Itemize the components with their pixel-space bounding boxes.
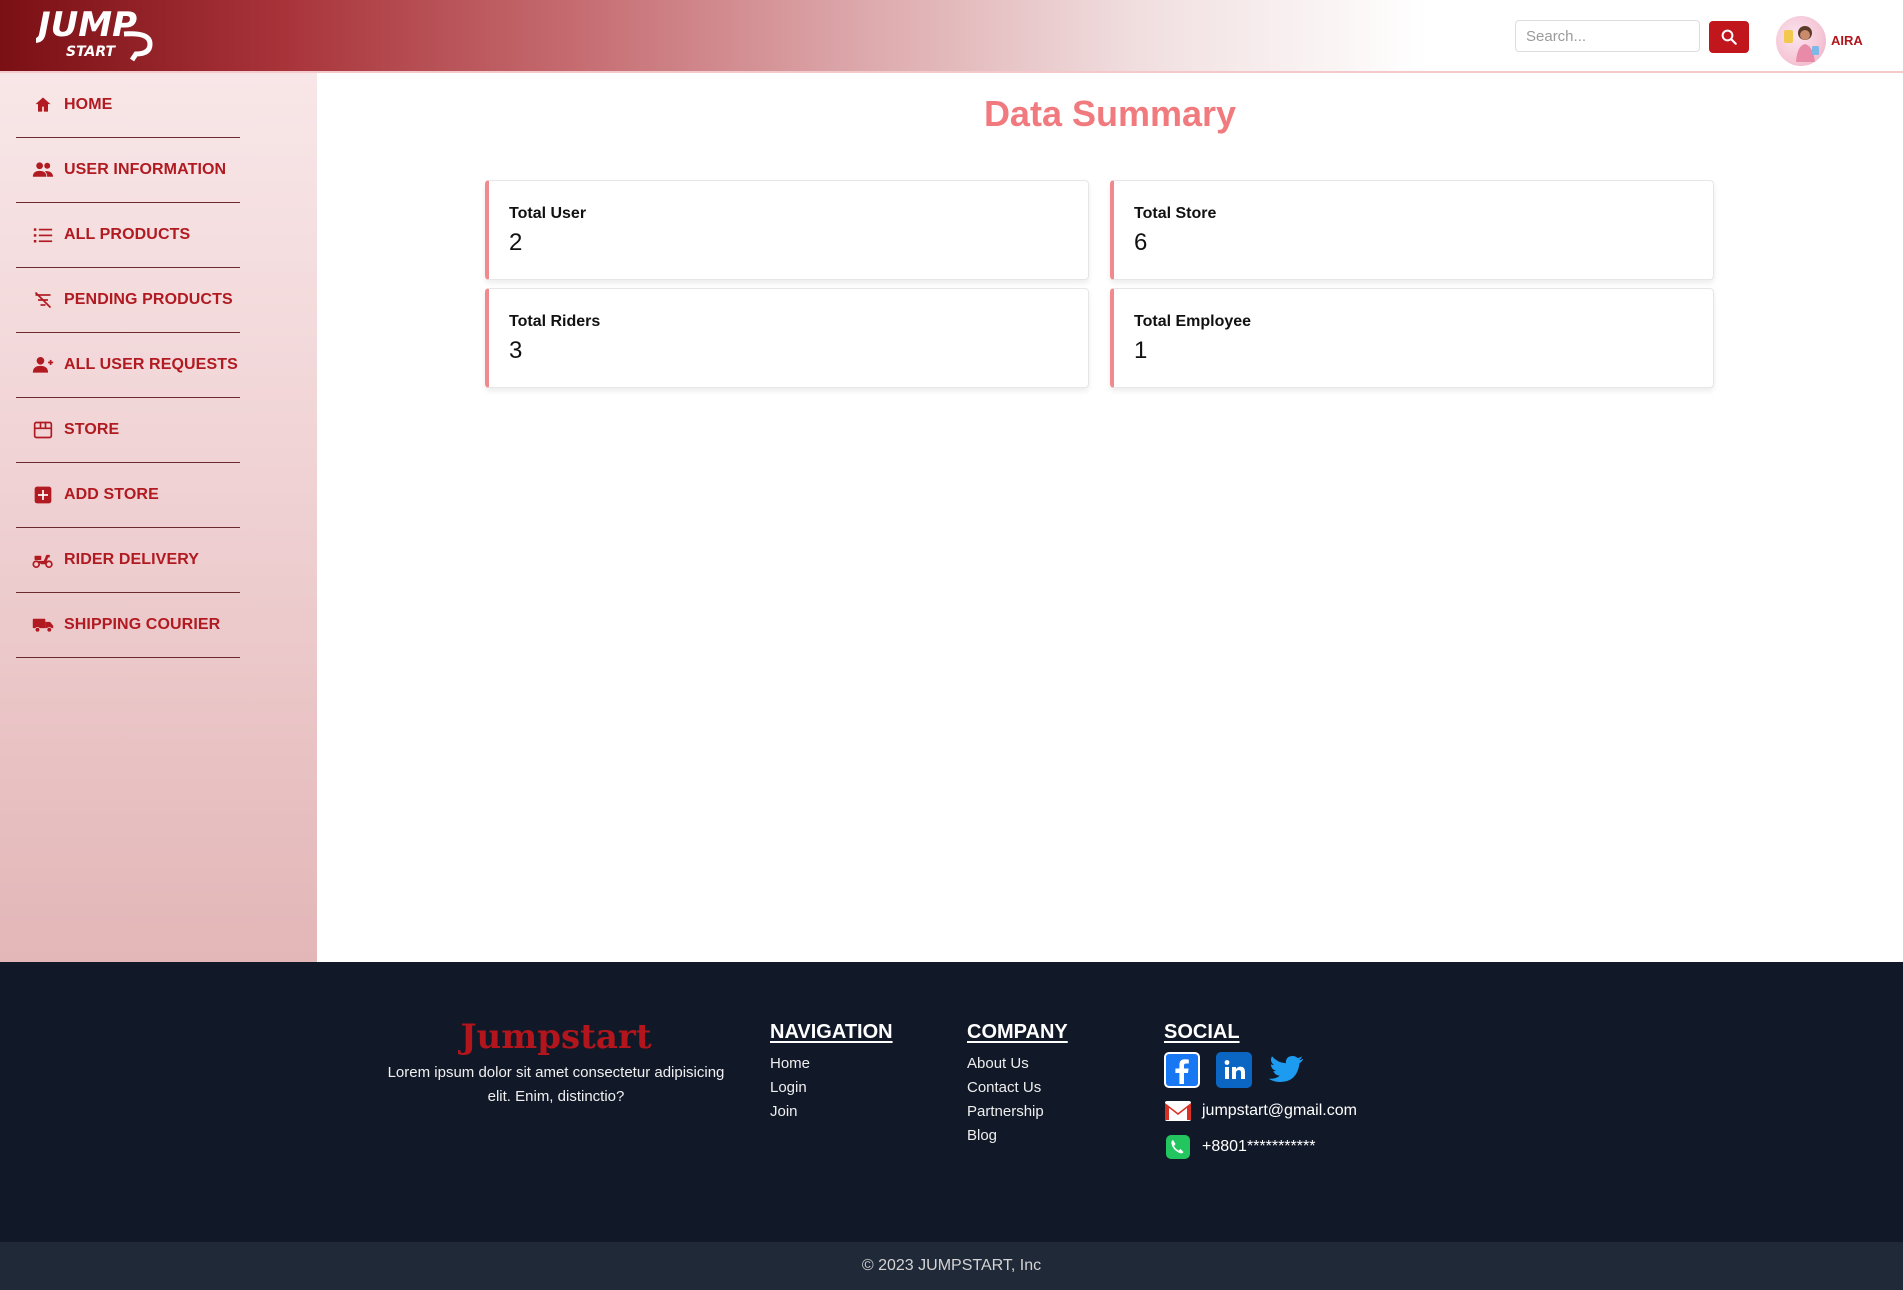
- svg-text:START: START: [66, 44, 117, 60]
- footer-link-login[interactable]: Login: [770, 1076, 893, 1100]
- user-avatar-icon: [1784, 26, 1819, 62]
- sidebar-item-label: ALL USER REQUESTS: [64, 356, 238, 373]
- sidebar-item-pending-products[interactable]: PENDING PRODUCTS: [16, 268, 240, 333]
- sidebar-item-shipping-courier[interactable]: SHIPPING COURIER: [16, 593, 240, 658]
- sidebar-item-label: SHIPPING COURIER: [64, 616, 221, 633]
- footer-navigation: NAVIGATION Home Login Join: [770, 1021, 893, 1124]
- footer-social-title: SOCIAL: [1164, 1021, 1240, 1043]
- phone-icon: [1164, 1134, 1192, 1160]
- sidebar-item-store[interactable]: STORE: [16, 398, 240, 463]
- footer-brand-description: Lorem ipsum dolor sit amet consectetur a…: [387, 1064, 725, 1105]
- sidebar-item-all-user-requests[interactable]: ALL USER REQUESTS: [16, 333, 240, 398]
- linkedin-icon[interactable]: [1216, 1052, 1252, 1088]
- stat-value: 3: [509, 337, 523, 364]
- list-icon: [32, 224, 54, 246]
- filter-off-icon: [32, 289, 54, 311]
- search-icon: [1721, 29, 1737, 45]
- plus-box-icon: [32, 484, 54, 506]
- contact-phone: +8801***********: [1202, 1138, 1316, 1155]
- home-icon: [32, 94, 54, 116]
- footer-link-join[interactable]: Join: [770, 1100, 893, 1124]
- page-title: Data Summary: [983, 93, 1237, 134]
- stat-label: Total Employee: [1134, 313, 1252, 330]
- storefront-icon: [32, 419, 54, 441]
- footer-link-contact-us[interactable]: Contact Us: [967, 1076, 1068, 1100]
- footer-link-about-us[interactable]: About Us: [967, 1052, 1068, 1076]
- search-box: [1515, 20, 1700, 52]
- search-input[interactable]: [1515, 20, 1700, 52]
- contact-email[interactable]: jumpstart@gmail.com: [1202, 1102, 1357, 1120]
- social-icons: [1164, 1052, 1357, 1088]
- stat-card-total-store: Total Store 6: [1110, 180, 1714, 280]
- contact-phone-row: +8801***********: [1164, 1134, 1357, 1160]
- stat-label: Total User: [509, 205, 587, 222]
- copyright-bar: © 2023 JUMPSTART, Inc: [0, 1242, 1903, 1290]
- footer-link-partnership[interactable]: Partnership: [967, 1100, 1068, 1124]
- sidebar-item-label: ADD STORE: [64, 486, 159, 503]
- user-add-icon: [32, 354, 54, 376]
- stat-label: Total Riders: [509, 313, 601, 330]
- stat-card-total-riders: Total Riders 3: [485, 288, 1089, 388]
- sidebar-item-all-products[interactable]: ALL PRODUCTS: [16, 203, 240, 268]
- sidebar-item-user-information[interactable]: USER INFORMATION: [16, 138, 240, 203]
- main-content: Data Summary Total User 2 Total Store 6 …: [317, 73, 1903, 962]
- sidebar-item-label: STORE: [64, 421, 120, 438]
- copyright-text: © 2023 JUMPSTART, Inc: [861, 1257, 1042, 1274]
- avatar[interactable]: [1776, 16, 1826, 66]
- stat-value: 1: [1134, 337, 1148, 364]
- sidebar-item-label: RIDER DELIVERY: [64, 551, 200, 568]
- footer-brand: Jumpstart Lorem ipsum dolor sit amet con…: [386, 1017, 726, 1109]
- stat-card-total-user: Total User 2: [485, 180, 1089, 280]
- facebook-icon[interactable]: [1164, 1052, 1200, 1088]
- stat-label: Total Store: [1134, 205, 1217, 222]
- stat-card-total-employee: Total Employee 1: [1110, 288, 1714, 388]
- footer-link-blog[interactable]: Blog: [967, 1124, 1068, 1148]
- sidebar-item-label: ALL PRODUCTS: [64, 226, 191, 243]
- twitter-icon[interactable]: [1268, 1052, 1304, 1088]
- truck-icon: [32, 614, 54, 636]
- footer-social: SOCIAL jumpstart@gmail.com +8801********…: [1164, 1021, 1357, 1160]
- sidebar: HOME USER INFORMATION ALL PRODUCTS PENDI…: [0, 73, 317, 962]
- top-header: JUMP START AIRA: [0, 0, 1903, 73]
- footer-company-title: COMPANY: [967, 1021, 1068, 1043]
- footer-link-home[interactable]: Home: [770, 1052, 893, 1076]
- sidebar-item-add-store[interactable]: ADD STORE: [16, 463, 240, 528]
- gmail-icon: [1164, 1098, 1192, 1124]
- jumpstart-logo[interactable]: JUMP START: [36, 4, 156, 64]
- stat-value: 2: [509, 229, 523, 256]
- sidebar-item-home[interactable]: HOME: [16, 73, 240, 138]
- scooter-icon: [32, 549, 54, 571]
- sidebar-item-rider-delivery[interactable]: RIDER DELIVERY: [16, 528, 240, 593]
- sidebar-item-label: USER INFORMATION: [64, 161, 227, 178]
- sidebar-item-label: HOME: [64, 96, 113, 113]
- contact-email-row: jumpstart@gmail.com: [1164, 1098, 1357, 1124]
- svg-text:JUMP: JUMP: [36, 5, 137, 45]
- footer-company: COMPANY About Us Contact Us Partnership …: [967, 1021, 1068, 1148]
- user-name[interactable]: AIRA: [1831, 33, 1863, 48]
- users-icon: [32, 159, 54, 181]
- stat-value: 6: [1134, 229, 1148, 256]
- footer-brand-name: Jumpstart: [460, 1017, 652, 1057]
- sidebar-item-label: PENDING PRODUCTS: [64, 291, 233, 308]
- footer: Jumpstart Lorem ipsum dolor sit amet con…: [0, 962, 1903, 1242]
- search-button[interactable]: [1709, 21, 1749, 53]
- footer-navigation-title: NAVIGATION: [770, 1021, 893, 1043]
